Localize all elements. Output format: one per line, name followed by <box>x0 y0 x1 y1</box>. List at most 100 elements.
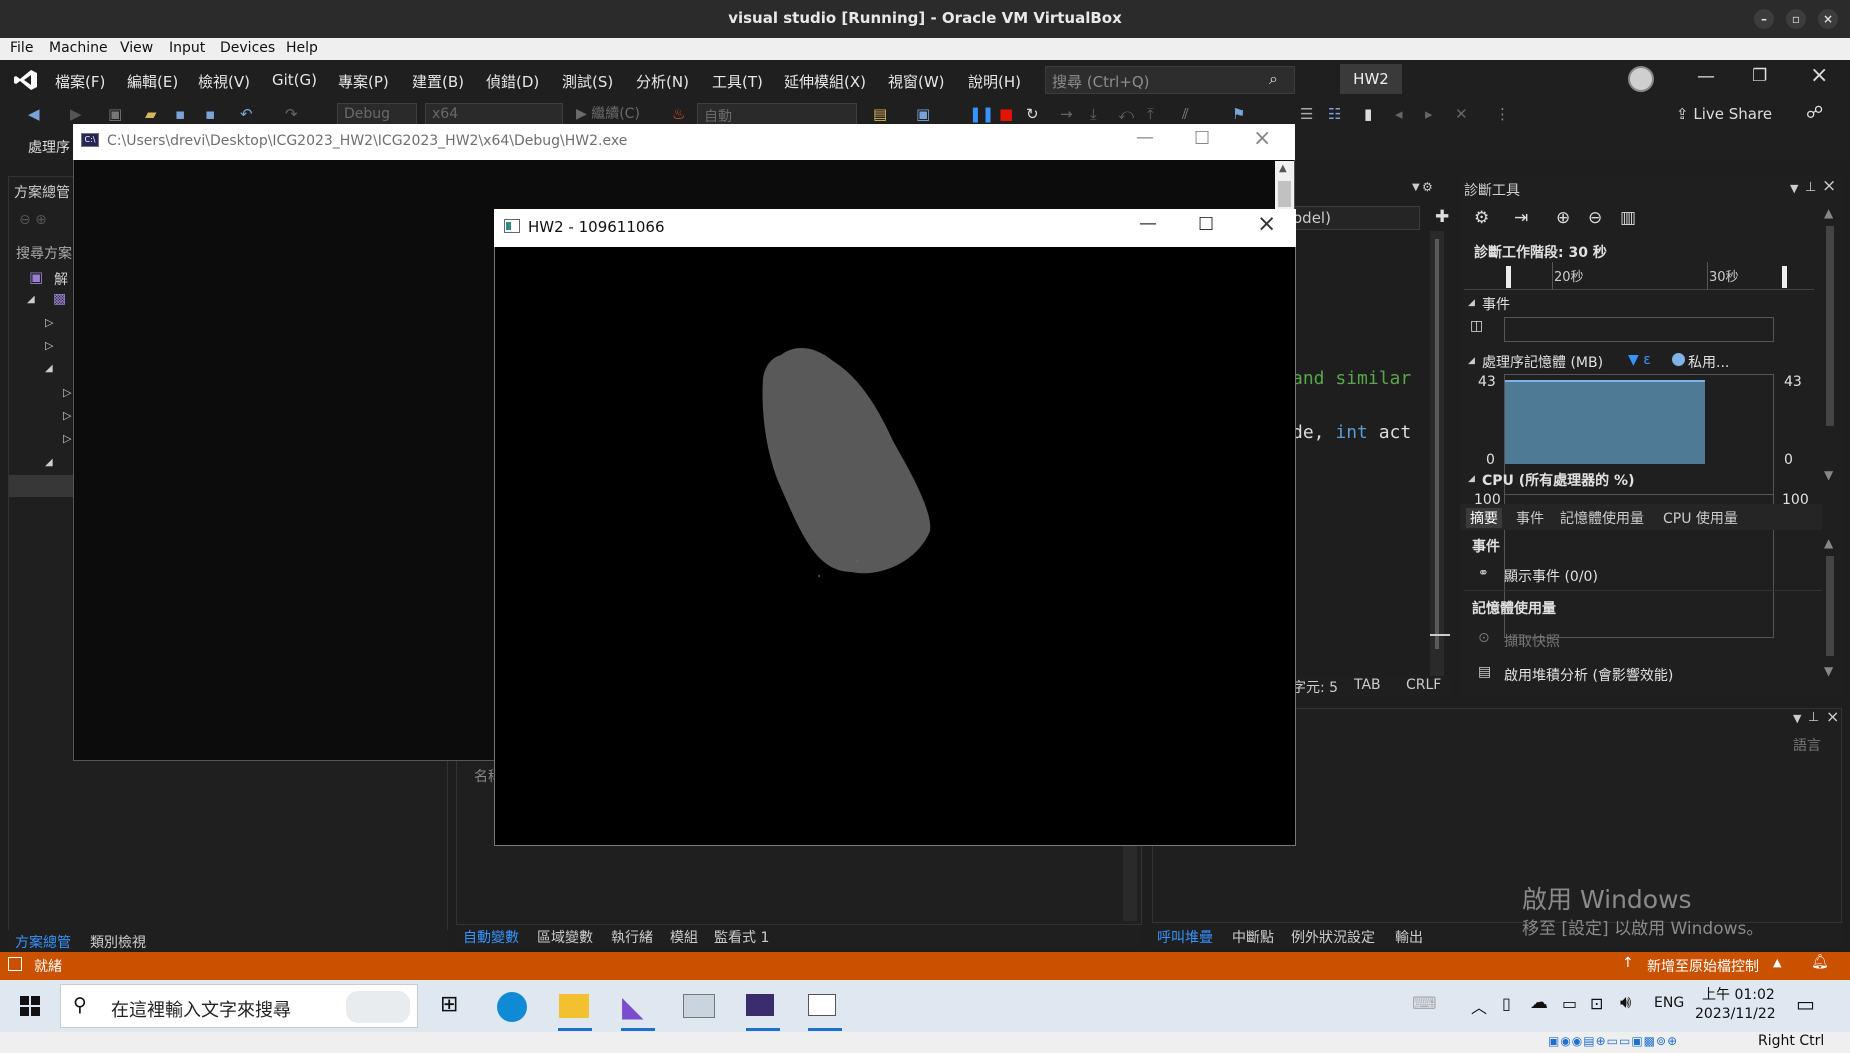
live-share-button[interactable]: ⇪ Live Share <box>1676 105 1772 123</box>
zoom-in-icon[interactable]: ⊕ <box>1556 208 1570 228</box>
vs-menu-debug[interactable]: 偵錯(D) <box>486 71 539 92</box>
vs-close-icon[interactable]: × <box>1810 63 1828 88</box>
zoom-out-icon[interactable]: ⊖ <box>1588 208 1602 228</box>
visual-studio-taskbar-icon[interactable]: ◣ <box>622 990 644 1023</box>
file-explorer-icon[interactable] <box>559 994 589 1018</box>
export-icon[interactable]: ⇥ <box>1514 208 1528 228</box>
hot-reload-icon[interactable]: ♨ <box>672 105 685 123</box>
stop-icon[interactable]: ■ <box>999 105 1013 123</box>
browse-icon[interactable]: ▤ <box>873 105 887 123</box>
tab-breakpoints[interactable]: 中斷點 <box>1232 927 1274 947</box>
new-project-icon[interactable]: ▣ <box>108 105 122 123</box>
battery-icon[interactable]: ▭ <box>1562 994 1577 1013</box>
hw2-taskbar-icon[interactable] <box>808 994 836 1016</box>
se-back-icon[interactable]: ⊖ ⊕ <box>19 212 47 228</box>
vs-menu-edit[interactable]: 編輯(E) <box>127 71 178 92</box>
scrollbar-thumb[interactable] <box>1278 181 1291 207</box>
host-close-button[interactable]: × <box>1818 9 1838 29</box>
vs-menu-tools[interactable]: 工具(T) <box>712 71 763 92</box>
timeline-end-handle[interactable] <box>1782 266 1787 288</box>
screenshot-icon[interactable]: ▣ <box>916 105 930 123</box>
minimize-icon[interactable]: — <box>1136 127 1154 148</box>
console-titlebar[interactable]: C:\ C:\Users\drevi\Desktop\ICG2023_HW2\I… <box>73 124 1295 160</box>
vs-menu-build[interactable]: 建置(B) <box>412 71 464 92</box>
collapse-icon[interactable]: ◢ <box>1468 356 1475 366</box>
step-back-icon[interactable]: ⤺ <box>1118 105 1134 123</box>
panel-menu-icon[interactable]: ▼ <box>1793 712 1801 725</box>
vs-search-box[interactable]: 搜尋 (Ctrl+Q) ⌕ <box>1045 66 1295 94</box>
device-icon[interactable]: ▯ <box>1502 994 1511 1013</box>
vs-menu-file[interactable]: 檔案(F) <box>55 71 105 92</box>
uncomment-icon[interactable]: ☷ <box>1328 105 1341 123</box>
thread-icon[interactable]: ⫽ <box>1182 105 1189 123</box>
collapse-icon[interactable]: ◢ <box>1468 298 1475 308</box>
vs-menu-project[interactable]: 專案(P) <box>338 71 389 92</box>
host-menu-machine[interactable]: Machine <box>49 40 108 56</box>
scrollbar-thumb[interactable] <box>1435 239 1439 649</box>
tab-events[interactable]: 事件 <box>1516 508 1544 528</box>
clock-date[interactable]: 2023/11/22 <box>1695 1006 1776 1022</box>
notifications-icon[interactable]: ▭ <box>1796 992 1815 1016</box>
pause-icon[interactable]: ❚❚ <box>969 105 994 123</box>
pin-icon[interactable]: ⊥ <box>1808 710 1819 725</box>
tab-call-stack[interactable]: 呼叫堆疊 <box>1157 927 1213 947</box>
scrollbar-thumb[interactable] <box>1826 556 1834 656</box>
scroll-up-icon[interactable]: ▲ <box>1824 206 1833 220</box>
vs-menu-window[interactable]: 視窗(W) <box>888 71 945 92</box>
show-events-link[interactable]: 顯示事件 (0/0) <box>1504 566 1598 586</box>
restart-icon[interactable]: ↻ <box>1026 105 1039 123</box>
tab-locals[interactable]: 區域變數 <box>537 927 593 947</box>
input-language[interactable]: ENG <box>1654 995 1684 1011</box>
taskbar-search-box[interactable]: ⚲ 在這裡輸入文字來搜尋 <box>60 984 418 1028</box>
tab-threads[interactable]: 執行緒 <box>611 927 653 947</box>
image-viewer-icon[interactable] <box>683 994 715 1018</box>
task-view-icon[interactable]: ⊞ <box>440 992 458 1017</box>
expand-icon[interactable]: ▷ <box>63 432 71 445</box>
code-editor[interactable]: ⚙ ▼ odel) ✚ and similar de, int act <box>1292 176 1452 696</box>
vs-menu-test[interactable]: 測試(S) <box>562 71 613 92</box>
hw2-render-window[interactable] <box>494 209 1296 846</box>
host-minimize-button[interactable]: – <box>1754 9 1774 29</box>
panel-menu-icon[interactable]: ▼ <box>1790 182 1798 195</box>
collapse-icon[interactable]: ◢ <box>45 363 53 374</box>
notification-bell-icon[interactable]: 🔔︎ <box>1811 954 1829 970</box>
tab-cpu-usage[interactable]: CPU 使用量 <box>1663 508 1738 528</box>
prev-bookmark-icon[interactable]: ◂ <box>1395 105 1403 123</box>
host-menu-file[interactable]: File <box>10 40 33 56</box>
feedback-icon[interactable]: ☍ <box>1806 103 1823 123</box>
clock-time[interactable]: 上午 01:02 <box>1702 984 1775 1004</box>
step-over-icon[interactable]: → <box>1060 105 1073 123</box>
search-icon[interactable]: ⌕ <box>1269 69 1278 89</box>
heap-profiling-link[interactable]: 啟用堆積分析 (會影響效能) <box>1504 665 1673 685</box>
auto-combo[interactable]: 自動 <box>697 103 857 125</box>
maximize-icon[interactable]: ☐ <box>1194 128 1210 149</box>
member-dropdown[interactable]: odel) <box>1292 206 1420 230</box>
collapse-icon[interactable]: ◢ <box>1468 474 1475 484</box>
tab-watch-1[interactable]: 監看式 1 <box>714 927 769 947</box>
collapse-icon[interactable]: ◢ <box>27 294 35 305</box>
scroll-up-icon[interactable]: ▲ <box>1279 163 1287 174</box>
diagnostics-scrollbar[interactable]: ▲ ▼ <box>1822 206 1838 496</box>
save-icon[interactable]: ▪ <box>175 105 185 123</box>
scroll-down-icon[interactable]: ▼ <box>1824 468 1833 482</box>
settings-icon[interactable]: ⚙ <box>1422 180 1433 194</box>
open-folder-icon[interactable]: ▰ <box>145 105 157 123</box>
chevron-down-icon[interactable]: ▼ <box>1412 182 1420 193</box>
reset-zoom-icon[interactable]: ▥ <box>1620 208 1636 228</box>
back-icon[interactable]: ◀ <box>28 105 40 123</box>
host-menu-devices[interactable]: Devices <box>220 40 275 56</box>
step-out-icon[interactable]: ⤒ <box>1147 105 1154 123</box>
comment-icon[interactable]: ☰ <box>1300 105 1313 123</box>
step-into-icon[interactable]: ⤓ <box>1090 105 1097 123</box>
close-icon[interactable]: × <box>1822 176 1836 196</box>
tab-modules[interactable]: 模組 <box>670 927 698 947</box>
host-menu-view[interactable]: View <box>120 40 153 56</box>
platform-combo[interactable]: x64 <box>425 103 563 125</box>
chevron-up-icon[interactable]: ︿ <box>1471 994 1487 1018</box>
pin-icon[interactable]: ⊥ <box>1805 180 1816 195</box>
show-threads-icon[interactable]: ⚑ <box>1232 105 1245 123</box>
expand-icon[interactable]: ▷ <box>63 409 71 422</box>
edge-browser-icon[interactable] <box>497 992 527 1022</box>
solution-node[interactable]: 解 <box>54 269 68 289</box>
timeline-ruler[interactable]: 20秒 30秒 <box>1464 262 1814 290</box>
